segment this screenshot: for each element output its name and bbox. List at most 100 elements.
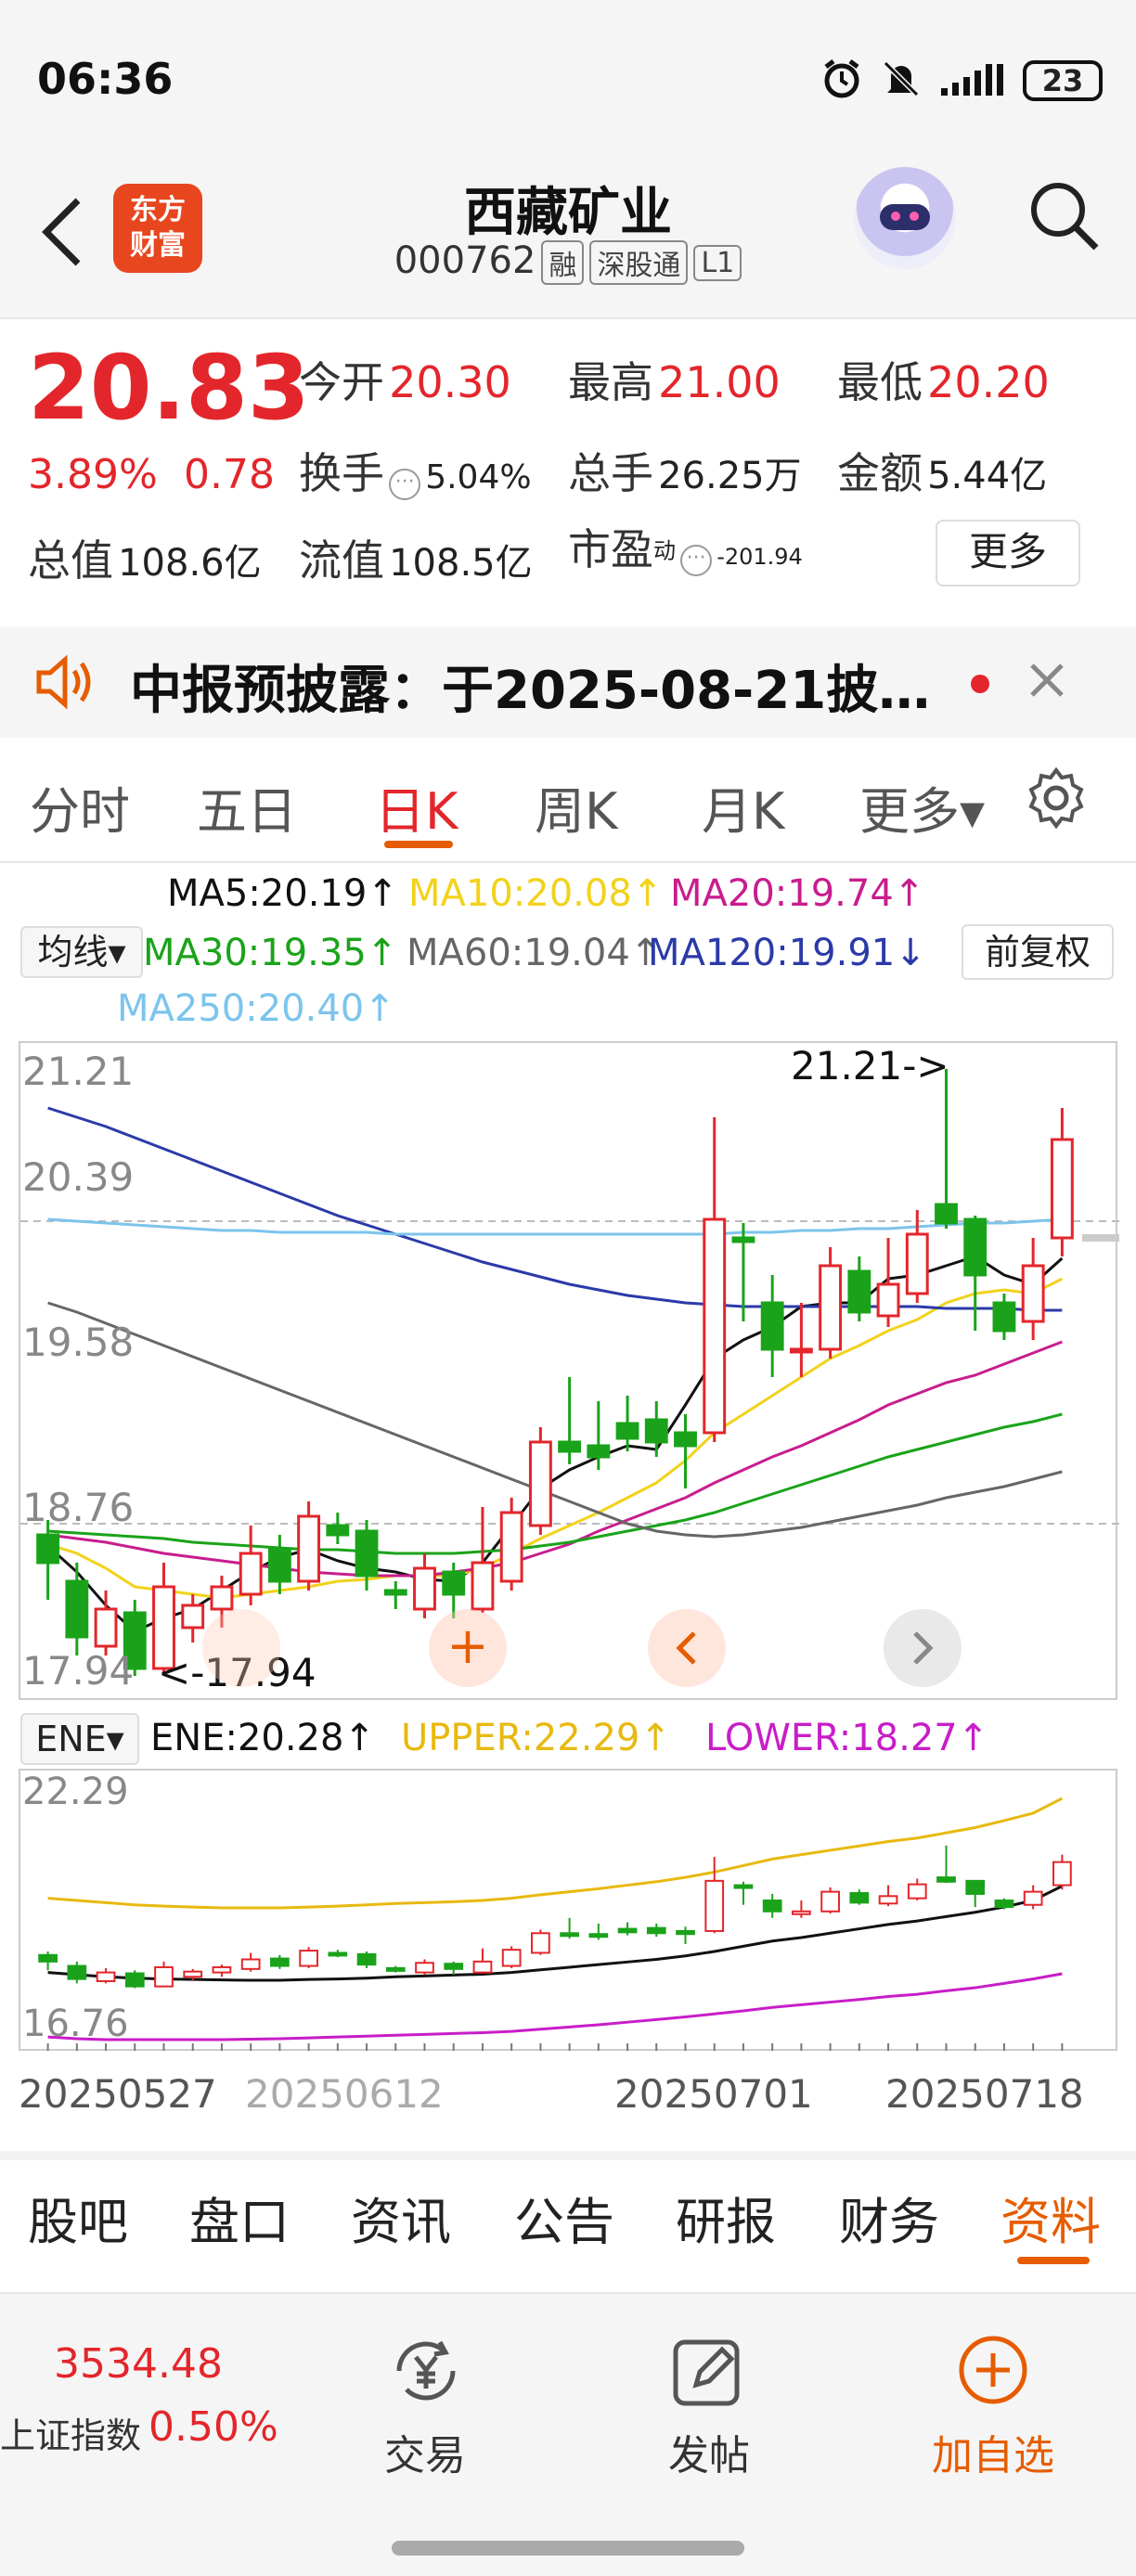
settings-gear-icon[interactable] bbox=[1025, 766, 1088, 833]
turnover-field: 换手 ··· 5.04% bbox=[299, 440, 532, 501]
pe-superscript: 动 bbox=[653, 537, 676, 564]
ene-candle-body bbox=[385, 1966, 406, 1972]
float-cap-value: 108.5亿 bbox=[389, 542, 533, 585]
post-edit-icon[interactable] bbox=[668, 2333, 746, 2415]
volume-field: 总手 26.25万 bbox=[568, 440, 802, 501]
ene-candle-body bbox=[415, 1962, 434, 1974]
ene-candle bbox=[240, 1952, 261, 1972]
bottom-nav: 3534.48 上证指数 0.50% 交易 发帖 加自选 bbox=[0, 2292, 1136, 2576]
tab-more[interactable]: 更多▾ bbox=[859, 770, 985, 844]
candle bbox=[326, 1513, 350, 1544]
ene-candle-body bbox=[792, 1910, 811, 1915]
high-field: 最高 21.00 bbox=[568, 349, 781, 410]
tab-announcements[interactable]: 公告 bbox=[514, 2181, 614, 2254]
add-watchlist-icon[interactable] bbox=[956, 2333, 1030, 2411]
candle-body bbox=[326, 1524, 350, 1537]
pe-label: 市盈 bbox=[568, 524, 653, 574]
trade-label[interactable]: 交易 bbox=[332, 2422, 518, 2481]
candle bbox=[1050, 1108, 1074, 1256]
ene-candle-body bbox=[617, 1927, 638, 1934]
notice-text: 中报预披露：于2025-08-21披… bbox=[130, 661, 931, 721]
kline-chart[interactable]: 21.21 20.39 19.58 18.76 17.94 21.21-> <-… bbox=[19, 1041, 1119, 1700]
candle bbox=[992, 1294, 1016, 1340]
ene-candle-body bbox=[704, 1879, 725, 1932]
tab-profile[interactable]: 资料 bbox=[1000, 2181, 1101, 2254]
tab-weekly-k[interactable]: 周K bbox=[535, 770, 617, 844]
kline-chart-svg bbox=[20, 1069, 1119, 1676]
candle-body bbox=[992, 1301, 1016, 1333]
index-name[interactable]: 上证指数 bbox=[0, 2407, 141, 2458]
ene-candle bbox=[212, 1964, 232, 1977]
index-change[interactable]: 0.50% bbox=[148, 2403, 278, 2451]
candle bbox=[819, 1247, 843, 1359]
candle-body bbox=[210, 1585, 234, 1611]
add-drawing-button[interactable]: + bbox=[429, 1609, 507, 1687]
change-pct: 3.89% bbox=[28, 451, 158, 498]
scroll-right-button[interactable] bbox=[884, 1609, 962, 1687]
tab-intraday[interactable]: 分时 bbox=[30, 770, 130, 844]
ene-chart-svg bbox=[38, 1797, 1072, 2051]
tab-news[interactable]: 资讯 bbox=[351, 2181, 451, 2254]
trade-yen-icon[interactable] bbox=[386, 2331, 466, 2415]
candle bbox=[528, 1427, 552, 1535]
post-label[interactable]: 发帖 bbox=[616, 2422, 802, 2481]
info-icon[interactable]: ··· bbox=[680, 544, 713, 576]
scroll-left-button[interactable] bbox=[648, 1609, 726, 1687]
ene-candle bbox=[762, 1893, 782, 1918]
candle bbox=[674, 1414, 697, 1488]
ene-candle bbox=[1052, 1854, 1072, 1890]
tab-five-day[interactable]: 五日 bbox=[197, 770, 297, 844]
tab-order-book[interactable]: 盘口 bbox=[189, 2181, 290, 2254]
candle-body bbox=[558, 1440, 582, 1453]
ene-candle bbox=[936, 1845, 956, 1884]
ene-candle-body bbox=[588, 1933, 609, 1938]
tab-monthly-k[interactable]: 月K bbox=[702, 770, 784, 844]
chevron-right-icon bbox=[913, 1631, 934, 1665]
ma-selector-dropdown[interactable]: 均线▾ bbox=[20, 926, 143, 978]
indicator-selector-dropdown[interactable]: ENE▾ bbox=[20, 1713, 139, 1765]
tab-research[interactable]: 研报 bbox=[676, 2181, 776, 2254]
section-gap bbox=[0, 2151, 1136, 2160]
high-value: 21.00 bbox=[658, 357, 781, 407]
ene-candle-body bbox=[1052, 1861, 1072, 1887]
ma5-legend: MA5:20.19↑ bbox=[167, 872, 398, 915]
ene-candle bbox=[444, 1961, 464, 1975]
ene-candle-body bbox=[965, 1879, 986, 1895]
bottom-nav-divider bbox=[0, 2292, 1136, 2294]
chevron-left-icon bbox=[676, 1631, 696, 1665]
ma30-legend: MA30:19.35↑ bbox=[143, 932, 398, 974]
more-quote-button[interactable]: 更多 bbox=[936, 520, 1080, 586]
date-label: 20250527 bbox=[19, 2071, 217, 2117]
robot-assistant-avatar[interactable] bbox=[854, 167, 956, 269]
candle-body bbox=[789, 1347, 813, 1354]
ene-candle bbox=[472, 1948, 493, 1974]
candle-body bbox=[442, 1570, 466, 1596]
ene-candle bbox=[617, 1922, 638, 1936]
ene-candle bbox=[38, 1951, 58, 1971]
ma120-legend: MA120:19.91↓ bbox=[648, 932, 926, 974]
market-cap-label: 总值 bbox=[28, 535, 113, 586]
tab-forum[interactable]: 股吧 bbox=[28, 2181, 128, 2254]
candle-body bbox=[383, 1589, 407, 1596]
ene-candle-body bbox=[733, 1884, 754, 1889]
candle bbox=[181, 1594, 205, 1642]
adjust-price-button[interactable]: 前复权 bbox=[962, 924, 1114, 980]
ene-candle-body bbox=[501, 1949, 522, 1967]
tab-financials[interactable]: 财务 bbox=[839, 2181, 939, 2254]
ene-axis-label: 22.29 bbox=[22, 1771, 129, 1813]
ene-candle bbox=[299, 1947, 318, 1968]
ene-candle-body bbox=[212, 1965, 232, 1974]
ene-chart[interactable]: 22.29 16.76 bbox=[19, 1769, 1117, 2051]
notice-banner[interactable]: 中报预披露：于2025-08-21披… bbox=[0, 626, 1136, 738]
ma60-line bbox=[47, 1301, 1063, 1539]
close-icon[interactable] bbox=[1025, 658, 1069, 706]
add-watchlist-label[interactable]: 加自选 bbox=[900, 2422, 1086, 2481]
change-amount: 0.78 bbox=[184, 451, 275, 498]
chart-ghost-button[interactable] bbox=[202, 1609, 280, 1687]
index-value[interactable]: 3534.48 bbox=[54, 2340, 223, 2388]
signal-icon bbox=[939, 60, 1006, 101]
candle-body bbox=[760, 1301, 784, 1351]
tab-daily-k[interactable]: 日K bbox=[375, 770, 458, 844]
info-icon[interactable]: ··· bbox=[389, 468, 421, 500]
search-icon[interactable] bbox=[1025, 176, 1103, 258]
